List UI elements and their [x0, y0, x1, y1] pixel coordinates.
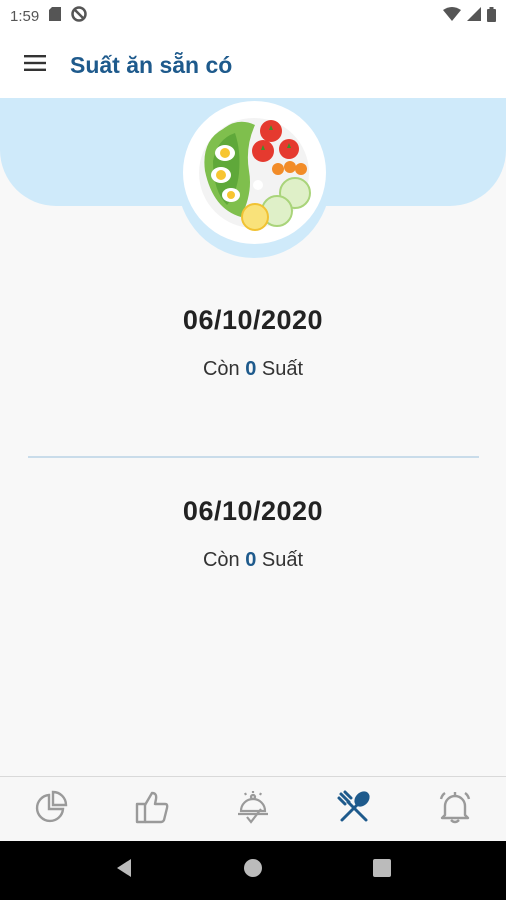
hero-banner	[0, 98, 506, 268]
battery-icon	[487, 6, 496, 26]
status-bar: 1:59	[0, 0, 506, 32]
nav-item-available-meals[interactable]	[304, 777, 405, 841]
divider	[28, 456, 479, 458]
meal-entry: 06/10/2020 Còn 0 Suất	[0, 305, 506, 381]
pie-chart-icon	[34, 790, 68, 829]
entry-date: 06/10/2020	[182, 496, 324, 526]
nav-item-menu[interactable]	[202, 777, 303, 841]
signal-icon	[467, 7, 481, 25]
meal-entry: 06/10/2020 Còn 0 Suất	[0, 496, 506, 572]
remaining-suffix: Suất	[261, 358, 304, 380]
nav-item-statistics[interactable]	[0, 777, 101, 841]
entry-remaining: Còn 0 Suất	[0, 358, 506, 381]
remaining-count: 0	[245, 549, 257, 571]
status-time: 1:59	[10, 7, 40, 25]
page-title: Suất ăn sẵn có	[70, 51, 233, 78]
home-icon[interactable]	[243, 858, 263, 883]
remaining-count: 0	[245, 358, 257, 380]
system-nav-bar	[0, 841, 506, 900]
food-dome-icon	[235, 789, 271, 830]
sd-card-icon	[49, 7, 62, 25]
recents-icon[interactable]	[373, 859, 391, 882]
app-bar: Suất ăn sẵn có	[0, 32, 506, 98]
bell-icon	[437, 789, 473, 830]
menu-button[interactable]	[0, 32, 70, 98]
fork-knife-icon	[336, 789, 372, 830]
entry-date: 06/10/2020	[182, 305, 324, 335]
nav-item-notifications[interactable]	[405, 777, 506, 841]
entry-remaining: Còn 0 Suất	[0, 549, 506, 572]
hamburger-menu-icon	[24, 54, 46, 76]
do-not-disturb-icon	[71, 6, 87, 26]
remaining-suffix: Suất	[261, 549, 304, 571]
back-icon[interactable]	[115, 858, 133, 883]
wifi-icon	[443, 7, 461, 25]
salad-plate-illustration	[183, 101, 326, 244]
bottom-nav	[0, 776, 506, 841]
thumbs-up-icon	[134, 789, 170, 830]
remaining-prefix: Còn	[202, 358, 240, 380]
nav-item-favorites[interactable]	[101, 777, 202, 841]
remaining-prefix: Còn	[202, 549, 240, 571]
